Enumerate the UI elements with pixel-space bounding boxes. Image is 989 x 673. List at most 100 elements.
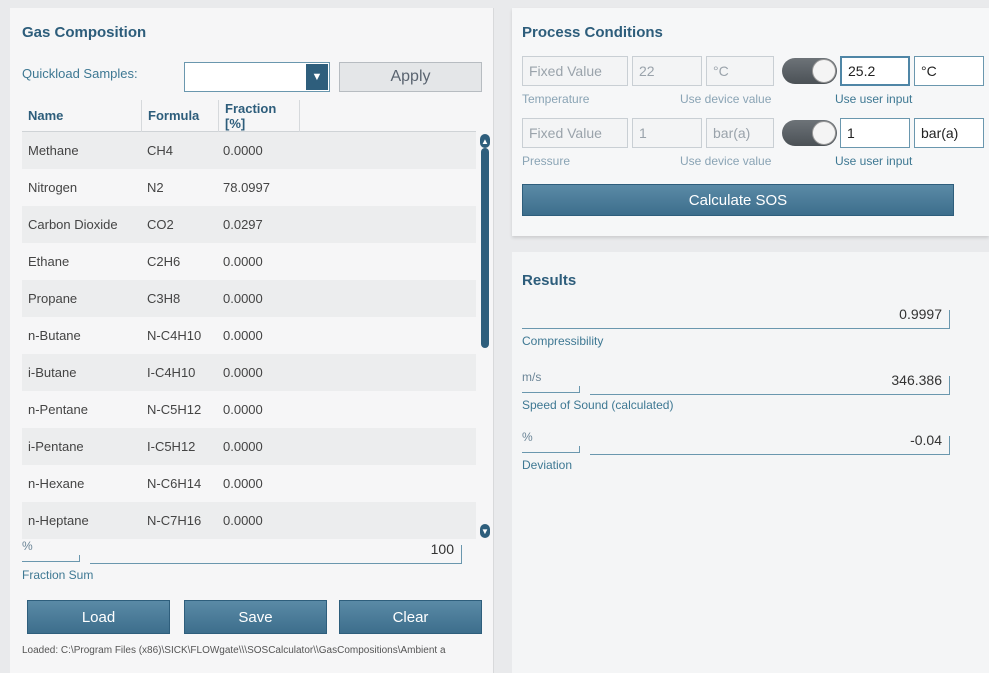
gas-composition-panel: Gas Composition Quickload Samples: ▼ App…: [10, 8, 494, 673]
save-button[interactable]: Save: [184, 600, 327, 634]
cell-fraction[interactable]: 0.0000: [217, 143, 297, 158]
cell-formula: I-C5H12: [147, 439, 196, 454]
cell-formula: N-C7H16: [147, 513, 202, 528]
table-row[interactable]: i-Pentane I-C5H12 0.0000: [22, 428, 476, 465]
compressibility-caption: Compressibility: [522, 334, 604, 348]
pressure-fixed-value-label: Fixed Value: [522, 118, 628, 148]
load-button[interactable]: Load: [27, 600, 170, 634]
clear-button[interactable]: Clear: [339, 600, 482, 634]
temperature-device-caption: Use device value: [680, 92, 772, 106]
deviation-readout: % -0.04: [522, 430, 950, 456]
fraction-sum-value: 100: [430, 541, 454, 557]
cell-formula: N-C5H12: [147, 402, 202, 417]
calculate-sos-button[interactable]: Calculate SOS: [522, 184, 954, 216]
composition-table: Name Formula Fraction [%] Methane CH4 0.00…: [22, 100, 476, 540]
fraction-sum-unit: %: [22, 539, 33, 553]
pressure-device-unit: bar(a): [706, 118, 774, 148]
cell-fraction[interactable]: 0.0000: [217, 513, 297, 528]
cell-name: Ethane: [28, 254, 70, 269]
table-scrollbar-thumb[interactable]: [481, 148, 489, 348]
process-conditions-panel: Process Conditions Fixed Value 22 °C 25.…: [512, 8, 989, 236]
cell-name: Propane: [28, 291, 78, 306]
sos-value: 346.386: [891, 372, 942, 388]
temperature-source-toggle[interactable]: [782, 58, 837, 84]
temperature-caption: Temperature: [522, 92, 590, 106]
table-row[interactable]: Methane CH4 0.0000: [22, 132, 476, 169]
cell-fraction[interactable]: 0.0297: [217, 217, 297, 232]
quickload-label: Quickload Samples:: [22, 66, 138, 81]
temperature-device-unit: °C: [706, 56, 774, 86]
process-conditions-title: Process Conditions: [522, 24, 663, 41]
pressure-caption: Pressure: [522, 154, 571, 168]
table-row[interactable]: Ethane C2H6 0.0000: [22, 243, 476, 280]
cell-fraction[interactable]: 0.0000: [217, 402, 297, 417]
cell-formula: N2: [147, 180, 164, 195]
cell-fraction[interactable]: 0.0000: [217, 439, 297, 454]
cell-name: n-Heptane: [28, 513, 89, 528]
temperature-fixed-value-label: Fixed Value: [522, 56, 628, 86]
column-header-name[interactable]: Name: [22, 108, 141, 123]
pressure-user-input[interactable]: 1: [840, 118, 910, 148]
column-header-fraction[interactable]: Fraction [%]: [219, 101, 299, 131]
compressibility-value: 0.9997: [899, 306, 942, 322]
pressure-device-caption: Use device value: [680, 154, 772, 168]
compressibility-readout: 0.9997: [522, 304, 950, 330]
cell-name: i-Butane: [28, 365, 77, 380]
cell-name: n-Hexane: [28, 476, 85, 491]
scroll-down-icon[interactable]: ▼: [480, 524, 490, 538]
table-header: Name Formula Fraction [%]: [22, 100, 476, 132]
cell-formula: CO2: [147, 217, 174, 232]
table-row[interactable]: Nitrogen N2 78.0997: [22, 169, 476, 206]
cell-name: Methane: [28, 143, 79, 158]
table-row[interactable]: n-Hexane N-C6H14 0.0000: [22, 465, 476, 502]
fraction-sum-caption: Fraction Sum: [22, 568, 94, 582]
pressure-source-toggle[interactable]: [782, 120, 837, 146]
temperature-user-unit[interactable]: °C: [914, 56, 984, 86]
table-row[interactable]: Propane C3H8 0.0000: [22, 280, 476, 317]
cell-formula: N-C6H14: [147, 476, 202, 491]
table-body: Methane CH4 0.0000 Nitrogen N2 78.0997 Carbon …: [22, 132, 476, 540]
gas-composition-title: Gas Composition: [22, 24, 147, 41]
dropdown-arrow-icon[interactable]: ▼: [306, 64, 328, 90]
cell-name: Carbon Dioxide: [28, 217, 118, 232]
cell-name: i-Pentane: [28, 439, 84, 454]
temperature-user-input[interactable]: 25.2: [840, 56, 910, 86]
pressure-user-unit[interactable]: bar(a): [914, 118, 984, 148]
table-row[interactable]: n-Heptane N-C7H16 0.0000: [22, 502, 476, 539]
cell-fraction[interactable]: 0.0000: [217, 328, 297, 343]
cell-formula: N-C4H10: [147, 328, 202, 343]
pressure-user-caption: Use user input: [835, 154, 913, 168]
table-row[interactable]: n-Pentane N-C5H12 0.0000: [22, 391, 476, 428]
cell-fraction[interactable]: 0.0000: [217, 476, 297, 491]
cell-name: n-Butane: [28, 328, 81, 343]
loaded-path-text: Loaded: C:\Program Files (x86)\SICK\FLOW…: [22, 645, 446, 656]
cell-fraction[interactable]: 0.0000: [217, 291, 297, 306]
fraction-sum-readout: % 100: [22, 539, 462, 565]
temperature-device-value: 22: [632, 56, 702, 86]
cell-formula: C2H6: [147, 254, 181, 269]
cell-name: n-Pentane: [28, 402, 88, 417]
column-header-formula[interactable]: Formula: [142, 108, 218, 123]
temperature-user-caption: Use user input: [835, 92, 913, 106]
results-title: Results: [522, 272, 577, 289]
scroll-up-icon[interactable]: ▲: [480, 134, 490, 148]
deviation-unit: %: [522, 430, 533, 444]
cell-formula: I-C4H10: [147, 365, 196, 380]
deviation-value: -0.04: [910, 432, 942, 448]
cell-formula: CH4: [147, 143, 174, 158]
cell-fraction[interactable]: 0.0000: [217, 254, 297, 269]
deviation-caption: Deviation: [522, 458, 573, 472]
table-row[interactable]: n-Butane N-C4H10 0.0000: [22, 317, 476, 354]
sos-readout: m/s 346.386: [522, 370, 950, 396]
results-panel: Results 0.9997 Compressibility m/s 346.3…: [512, 252, 989, 673]
pressure-device-value: 1: [632, 118, 702, 148]
quickload-select[interactable]: ▼: [184, 62, 330, 92]
apply-button[interactable]: Apply: [339, 62, 482, 92]
table-row[interactable]: i-Butane I-C4H10 0.0000: [22, 354, 476, 391]
table-row[interactable]: Carbon Dioxide CO2 0.0297: [22, 206, 476, 243]
cell-name: Nitrogen: [28, 180, 78, 195]
sos-unit: m/s: [522, 370, 542, 384]
cell-fraction[interactable]: 78.0997: [217, 180, 297, 195]
cell-fraction[interactable]: 0.0000: [217, 365, 297, 380]
sos-caption: Speed of Sound (calculated): [522, 398, 674, 412]
